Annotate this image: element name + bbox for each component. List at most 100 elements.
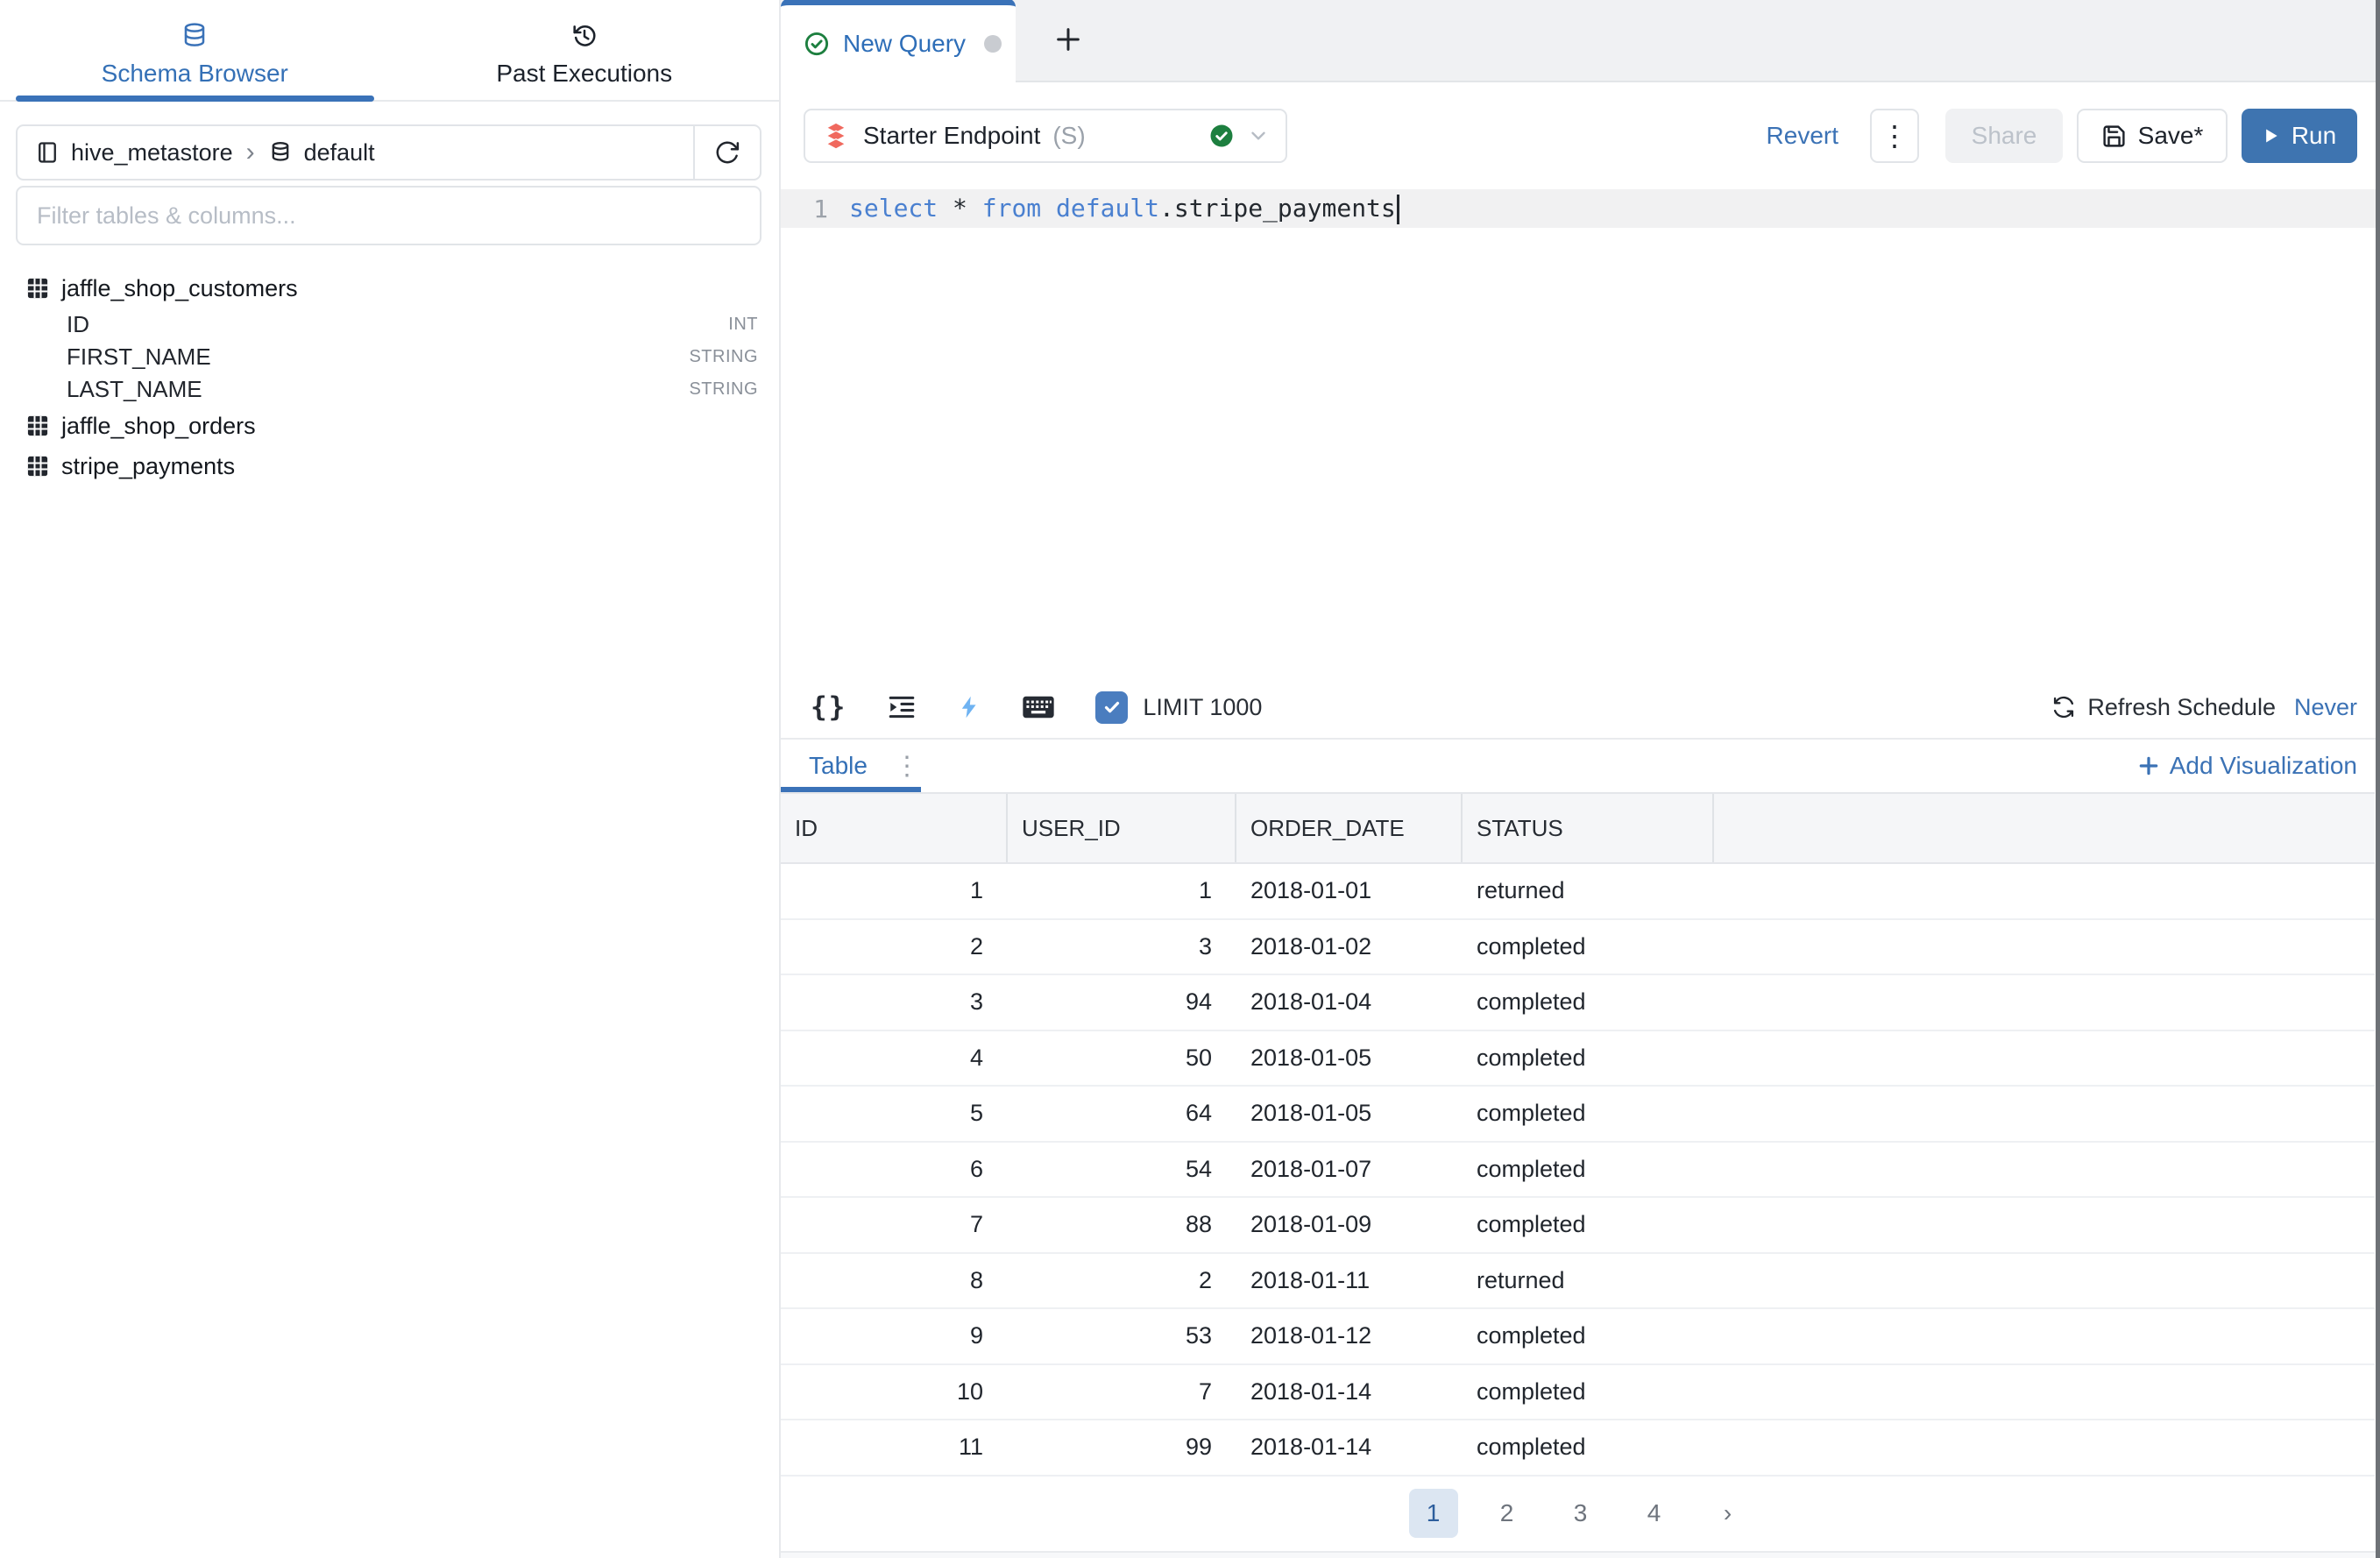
cell-user_id: 3 — [1199, 933, 1236, 960]
schema-breadcrumb[interactable]: hive_metastore › default — [18, 126, 693, 179]
page-button-1[interactable]: 1 — [1409, 1489, 1458, 1538]
pagination: 1234 › — [781, 1477, 2380, 1552]
cell-id: 9 — [970, 1322, 1008, 1349]
schema-table-stripe_payments[interactable]: stripe_payments — [25, 446, 758, 486]
column-header-order_date[interactable]: ORDER_DATE — [1236, 794, 1463, 862]
run-label: Run — [2291, 122, 2336, 150]
editor-toolbar: {} — [781, 676, 2380, 738]
more-actions-button[interactable]: ⋮ — [1870, 109, 1919, 163]
table-row: 7882018-01-09completed — [781, 1198, 2375, 1254]
add-visualization-label: Add Visualization — [2170, 752, 2357, 780]
braces-icon[interactable]: {} — [811, 691, 846, 723]
schema-column-name: LAST_NAME — [67, 376, 202, 403]
tab-label: Schema Browser — [102, 60, 288, 88]
cell-id: 10 — [957, 1378, 1008, 1406]
schema-table-jaffle_shop_orders[interactable]: jaffle_shop_orders — [25, 406, 758, 446]
sql-token — [938, 194, 953, 223]
results-table: IDUSER_IDORDER_DATESTATUS 112018-01-01re… — [781, 792, 2375, 1477]
schema-table-label: jaffle_shop_orders — [61, 413, 256, 440]
column-header-id[interactable]: ID — [781, 794, 1008, 862]
cell-order_date: 2018-01-12 — [1236, 1322, 1463, 1349]
cell-status: completed — [1463, 1378, 1714, 1406]
chevron-right-icon: › — [246, 138, 255, 167]
breadcrumb-schema[interactable]: default — [304, 139, 375, 166]
cell-id: 1 — [970, 877, 1008, 904]
cell-id: 3 — [970, 988, 1008, 1016]
schema-column-LAST_NAME[interactable]: LAST_NAME STRING — [25, 373, 758, 406]
cell-id: 5 — [970, 1100, 1008, 1127]
limit-toggle[interactable]: LIMIT 1000 — [1095, 691, 1262, 724]
refresh-schema-button[interactable] — [693, 126, 760, 179]
new-tab-button[interactable] — [1040, 0, 1096, 81]
table-grid-icon — [25, 414, 50, 438]
add-visualization-button[interactable]: Add Visualization — [2137, 752, 2357, 780]
plus-icon — [1053, 25, 1083, 54]
refresh-schedule: Refresh Schedule Never — [2051, 694, 2357, 721]
cell-user_id: 1 — [1199, 877, 1236, 904]
cell-id: 8 — [970, 1267, 1008, 1294]
format-indent-icon[interactable] — [887, 692, 917, 722]
schema-table-list: jaffle_shop_customers IDINTFIRST_NAMESTRI… — [0, 268, 779, 486]
table-row: 112018-01-01returned — [781, 864, 2375, 920]
schema-column-type: STRING — [689, 379, 758, 400]
share-button[interactable]: Share — [1945, 109, 2063, 163]
save-button[interactable]: Save* — [2077, 109, 2228, 163]
cell-id: 2 — [970, 933, 1008, 960]
text-cursor — [1397, 195, 1399, 224]
tab-past-executions[interactable]: Past Executions — [390, 0, 780, 100]
cell-id: 7 — [970, 1211, 1008, 1238]
schema-column-name: ID — [67, 311, 89, 338]
column-header-status[interactable]: STATUS — [1463, 794, 1714, 862]
cell-order_date: 2018-01-04 — [1236, 988, 1463, 1016]
table-row: 822018-01-11returned — [781, 1254, 2375, 1310]
schema-table-jaffle_shop_customers[interactable]: jaffle_shop_customers — [25, 268, 758, 308]
next-page-button[interactable]: › — [1704, 1489, 1753, 1538]
run-button[interactable]: Run — [2242, 109, 2357, 163]
page-button-3[interactable]: 3 — [1556, 1489, 1605, 1538]
results-table-header: IDUSER_IDORDER_DATESTATUS — [781, 792, 2375, 864]
save-label: Save* — [2138, 122, 2204, 150]
editor-tabstrip: New Query — [781, 0, 2380, 82]
revert-button[interactable]: Revert — [1767, 122, 1838, 150]
refresh-schedule-value[interactable]: Never — [2294, 694, 2357, 721]
lightning-icon[interactable] — [957, 693, 981, 721]
sql-editor-app: Schema Browser Past Executions — [0, 0, 2380, 1558]
results-table-body: 112018-01-01returned232018-01-02complete… — [781, 864, 2375, 1477]
cell-user_id: 2 — [1199, 1267, 1236, 1294]
refresh-icon — [714, 139, 740, 166]
limit-checkbox[interactable] — [1095, 691, 1128, 724]
table-grid-icon — [25, 276, 50, 301]
sql-token: default — [1056, 194, 1159, 223]
keyboard-icon[interactable] — [1022, 693, 1055, 721]
cell-user_id: 88 — [1186, 1211, 1236, 1238]
tab-schema-browser[interactable]: Schema Browser — [0, 0, 390, 100]
sql-editor[interactable]: 1 select * from default.stripe_payments — [781, 189, 2380, 676]
table-tab-underline — [781, 787, 921, 792]
cell-id: 6 — [970, 1156, 1008, 1183]
schema-column-ID[interactable]: IDINT — [25, 308, 758, 341]
page-button-2[interactable]: 2 — [1483, 1489, 1532, 1538]
schema-table-label: jaffle_shop_customers — [61, 275, 298, 302]
chevron-down-icon — [1247, 124, 1270, 147]
page-button-4[interactable]: 4 — [1630, 1489, 1679, 1538]
cell-user_id: 64 — [1186, 1100, 1236, 1127]
tab-table[interactable]: Table — [809, 752, 868, 780]
sql-token: * — [953, 194, 967, 223]
tab-new-query[interactable]: New Query — [781, 0, 1016, 82]
cell-order_date: 2018-01-07 — [1236, 1156, 1463, 1183]
query-header: Starter Endpoint (S) Revert ⋮ Sh — [781, 82, 2380, 189]
filter-input[interactable] — [16, 186, 761, 245]
cell-status: completed — [1463, 1156, 1714, 1183]
endpoint-selector[interactable]: Starter Endpoint (S) — [804, 109, 1287, 163]
query-panel: New Query St — [781, 0, 2380, 1558]
column-header-user_id[interactable]: USER_ID — [1008, 794, 1236, 862]
sidebar: Schema Browser Past Executions — [0, 0, 781, 1558]
sql-token — [1041, 194, 1056, 223]
schema-column-FIRST_NAME[interactable]: FIRST_NAMESTRING — [25, 341, 758, 373]
table-row: 11992018-01-14completed — [781, 1420, 2375, 1477]
play-icon — [2263, 127, 2280, 145]
schema-picker: hive_metastore › default — [16, 124, 761, 181]
breadcrumb-catalog[interactable]: hive_metastore — [71, 139, 233, 166]
table-options-kebab[interactable]: ⋮ — [894, 751, 920, 782]
endpoint-label: Starter Endpoint — [863, 122, 1040, 150]
